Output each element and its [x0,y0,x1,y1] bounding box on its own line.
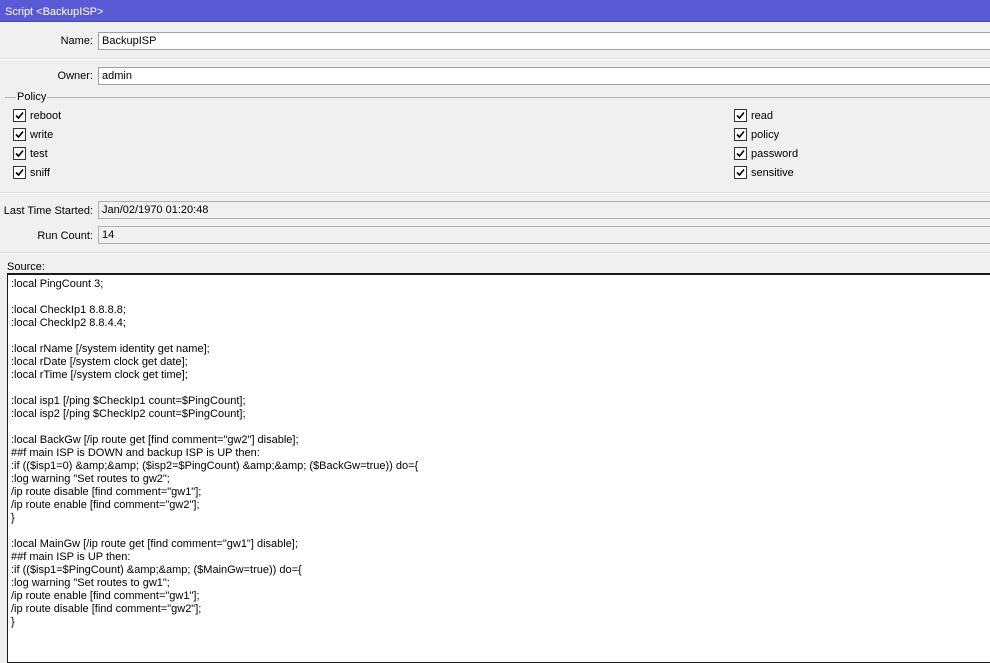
source-line: :local isp2 [/ping $CheckIp2 count=$Ping… [11,408,246,420]
source-line: ##f main ISP is DOWN and backup ISP is U… [11,447,260,459]
policy-policy-checkbox[interactable] [734,128,747,141]
run-count-value: 14 [98,226,990,244]
source-line [11,382,990,395]
policy-write-checkbox[interactable] [13,128,26,141]
window-title: Script <BackupISP> [5,6,104,18]
check-icon [736,149,745,158]
name-label: Name: [60,35,93,47]
source-line: :local rName [/system identity get name]… [11,343,210,355]
check-icon [736,111,745,120]
owner-label: Owner: [57,70,93,82]
source-line [11,421,990,434]
policy-read-checkbox[interactable] [734,109,747,122]
source-line: :log warning "Set routes to gw1"; [11,577,170,589]
source-line: } [11,512,15,524]
source-line: :local MainGw [/ip route get [find comme… [11,538,298,550]
source-line [11,330,990,343]
policy-test-checkbox[interactable] [13,147,26,160]
policy-sensitive-label: sensitive [751,167,794,179]
policy-test-label: test [30,148,48,160]
policy-sniff-checkbox[interactable] [13,166,26,179]
source-editor[interactable]: :local PingCount 3; :local CheckIp1 8.8.… [7,273,990,663]
source-line: /ip route disable [find comment="gw2"]; [11,603,202,615]
separator [0,253,990,254]
source-line: :local isp1 [/ping $CheckIp1 count=$Ping… [11,395,246,407]
policy-group-border [5,97,990,98]
source-line: /ip route enable [find comment="gw1"]; [11,590,200,602]
source-line: :local BackGw [/ip route get [find comme… [11,434,299,446]
source-line: ##f main ISP is UP then: [11,551,131,563]
policy-read-label: read [751,110,774,122]
last-time-started-label: Last Time Started: [3,205,93,217]
policy-group-title: Policy [16,90,48,104]
source-line: } [11,616,15,628]
policy-reboot-checkbox[interactable] [13,109,26,122]
policy-sniff-label: sniff [30,167,50,179]
source-line: :log warning "Set routes to gw2"; [11,473,170,485]
source-line: :local rDate [/system clock get date]; [11,356,188,368]
name-input[interactable]: BackupISP [98,32,990,50]
check-icon [15,111,24,120]
policy-policy-label: policy [751,129,780,141]
policy-write-label: write [30,129,54,141]
check-icon [15,130,24,139]
window-title-bar[interactable]: Script <BackupISP> [0,0,990,22]
run-count-label: Run Count: [37,230,93,242]
check-icon [736,130,745,139]
source-line: :if (($isp1=$PingCount) &amp;&amp; ($Mai… [11,564,302,576]
policy-reboot-label: reboot [30,110,62,122]
policy-sensitive-checkbox[interactable] [734,166,747,179]
check-icon [736,168,745,177]
source-line [11,525,990,538]
separator [0,193,990,194]
source-line: :local CheckIp2 8.8.4.4; [11,317,126,329]
source-line [11,291,990,304]
separator [0,59,990,60]
policy-password-checkbox[interactable] [734,147,747,160]
policy-password-label: password [751,148,799,160]
check-icon [15,149,24,158]
check-icon [15,168,24,177]
source-line: :local rTime [/system clock get time]; [11,369,188,381]
source-line: :local CheckIp1 8.8.8.8; [11,304,126,316]
owner-input[interactable]: admin [98,67,990,85]
source-line: :local PingCount 3; [11,278,104,290]
source-line: /ip route enable [find comment="gw2"]; [11,499,200,511]
source-line: /ip route disable [find comment="gw1"]; [11,486,202,498]
source-line: :if (($isp1=0) &amp;&amp; ($isp2=$PingCo… [11,460,419,472]
last-time-started-value: Jan/02/1970 01:20:48 [98,201,990,219]
